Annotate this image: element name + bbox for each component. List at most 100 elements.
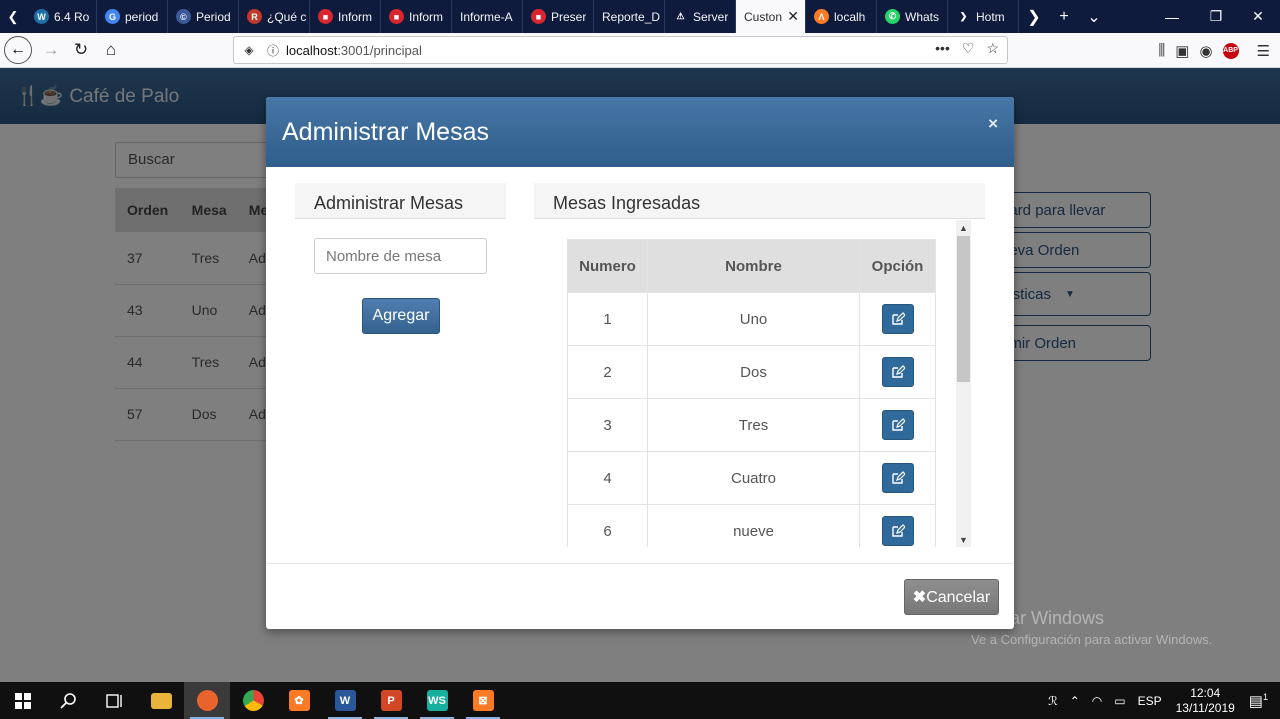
xampp-control-taskbar-icon[interactable]: ⊠ — [460, 682, 506, 719]
browser-tab[interactable]: ■ Inform — [310, 0, 381, 33]
modal-close-button[interactable]: × — [988, 114, 998, 134]
clock[interactable]: 12:04 13/11/2019 — [1176, 686, 1235, 716]
tab-label: Period — [196, 9, 231, 24]
browser-tab[interactable]: R ¿Qué c — [239, 0, 310, 33]
browser-tab[interactable]: Gperiod — [97, 0, 168, 33]
tracking-shield-icon[interactable]: ◈ — [240, 43, 258, 57]
pdf-icon: ■ — [318, 9, 333, 24]
menu-icon[interactable]: ☰ — [1257, 42, 1270, 60]
tables-scroll-area[interactable]: Numero Nombre Opción 1 Uno 2 Dos 3 Tres 4 Cuatr… — [567, 220, 937, 547]
notifications-icon[interactable]: ▤1 — [1249, 692, 1268, 710]
table-number: 3 — [567, 398, 648, 452]
browser-tab[interactable]: ✆ Whats — [877, 0, 948, 33]
forward-arrow-icon[interactable]: → — [36, 35, 66, 65]
page-actions-icon[interactable]: ••• — [935, 40, 950, 57]
webstorm-taskbar-icon[interactable]: WS — [414, 682, 460, 719]
browser-tab[interactable]: © Period — [168, 0, 239, 33]
site-info-icon[interactable]: ⓘ — [264, 42, 282, 59]
xampp-taskbar-icon[interactable]: ✿ — [276, 682, 322, 719]
table-scrollbar[interactable]: ▲ ▼ — [956, 220, 971, 547]
chrome-taskbar-icon[interactable] — [230, 682, 276, 719]
tab-label: 6.4 Ro — [54, 9, 90, 24]
header-numero: Numero — [567, 239, 648, 293]
bookmark-star-icon[interactable]: ☆ — [986, 40, 999, 57]
cancel-button[interactable]: ✖Cancelar — [904, 579, 999, 615]
table-number: 2 — [567, 345, 648, 399]
show-hidden-icons-chevron-icon[interactable]: ⌃ — [1070, 694, 1080, 708]
browser-tab[interactable]: W 6.4 Ro — [26, 0, 97, 33]
table-name: Dos — [647, 345, 860, 399]
tab-scroll-right-button[interactable]: ❯ — [1019, 7, 1049, 27]
scroll-up-icon[interactable]: ▲ — [956, 220, 971, 235]
table-name-input[interactable]: Nombre de mesa — [314, 238, 487, 274]
list-all-tabs-button[interactable]: ⌄ — [1079, 7, 1109, 27]
powerpoint-icon: P — [380, 690, 402, 711]
modal-title: Administrar Mesas — [282, 117, 489, 146]
battery-icon[interactable]: ▭ — [1114, 694, 1125, 708]
add-table-button[interactable]: Agregar — [362, 298, 440, 334]
tab-label: Reporte_D — [602, 9, 661, 24]
account-icon[interactable]: ◉ — [1199, 42, 1212, 60]
back-arrow-icon[interactable]: ← — [4, 36, 32, 64]
clock-date: 13/11/2019 — [1175, 700, 1235, 715]
browser-tab-strip: ❮ W 6.4 Ro Gperiod © Period R ¿Qué c ■ Inform ■ In… — [0, 0, 1280, 33]
sidebar-icon[interactable]: ▣ — [1175, 42, 1189, 60]
tab-label: Server — [693, 9, 729, 24]
table-option-cell — [859, 398, 936, 452]
search-icon[interactable] — [46, 682, 92, 719]
browser-tab[interactable]: Custon ✕ — [736, 0, 806, 33]
url-bar[interactable]: ◈ ⓘ localhost:3001/principal ••• ♡ ☆ — [233, 36, 1008, 64]
edit-button[interactable] — [881, 357, 914, 387]
table-option-cell — [859, 292, 936, 346]
powerpoint-taskbar-icon[interactable]: P — [368, 682, 414, 719]
word-taskbar-icon[interactable]: W — [322, 682, 368, 719]
people-icon[interactable]: ℛ — [1048, 694, 1058, 708]
table-row: 1 Uno — [567, 292, 936, 346]
edit-button[interactable] — [881, 410, 914, 440]
reload-icon[interactable]: ↻ — [66, 35, 96, 65]
scrollbar-thumb[interactable] — [957, 236, 970, 382]
browser-tab[interactable]: ⚠ Server — [665, 0, 736, 33]
table-row: 2 Dos — [567, 345, 936, 399]
browser-tab[interactable]: ❯ Hotm — [948, 0, 1019, 33]
new-tab-button[interactable]: + — [1049, 8, 1079, 26]
close-tab-icon[interactable]: ✕ — [787, 8, 799, 25]
library-icon[interactable]: ⫼ — [1158, 42, 1165, 59]
cancel-x-icon: ✖ — [912, 589, 927, 606]
adblock-icon[interactable]: ABP — [1222, 42, 1239, 59]
left-panel-title: Administrar Mesas — [295, 183, 506, 219]
table-option-cell — [859, 504, 936, 547]
browser-tab[interactable]: ■ Preser — [523, 0, 594, 33]
tab-label: Preser — [551, 9, 587, 24]
pocket-icon[interactable]: ♡ — [962, 40, 975, 57]
scroll-down-icon[interactable]: ▼ — [956, 532, 971, 547]
tab-scroll-left-button[interactable]: ❮ — [0, 0, 26, 33]
browser-tab[interactable]: Informe-A — [452, 0, 523, 33]
edit-button[interactable] — [881, 516, 914, 546]
pdf-icon: ■ — [389, 9, 404, 24]
table-row: 3 Tres — [567, 398, 936, 452]
browser-tab[interactable]: ■ Inform — [381, 0, 452, 33]
minimize-button[interactable]: — — [1150, 0, 1194, 33]
table-row: 4 Cuatro — [567, 451, 936, 505]
edit-icon — [891, 471, 905, 484]
browser-tab[interactable]: Λlocalh — [806, 0, 877, 33]
restore-button[interactable]: ❐ — [1194, 0, 1238, 33]
edit-button[interactable] — [881, 304, 914, 334]
wifi-icon[interactable]: ◠ — [1092, 694, 1102, 708]
tab-label: Inform — [338, 9, 373, 24]
tab-label: Whats — [905, 9, 940, 24]
home-icon[interactable]: ⌂ — [96, 35, 126, 65]
close-window-button[interactable]: ✕ — [1236, 0, 1280, 33]
browser-tab[interactable]: Reporte_D — [594, 0, 665, 33]
task-view-icon[interactable] — [92, 682, 138, 719]
language-indicator[interactable]: ESP — [1138, 694, 1162, 708]
file-explorer-icon[interactable] — [138, 682, 184, 719]
tables-table: Numero Nombre Opción 1 Uno 2 Dos 3 Tres 4 Cuatr… — [567, 239, 936, 547]
xampp-icon: Λ — [814, 9, 829, 24]
edit-button[interactable] — [881, 463, 914, 493]
firefox-taskbar-icon[interactable] — [184, 682, 230, 719]
wordpress-icon: W — [34, 9, 49, 24]
start-windows-icon[interactable] — [0, 682, 46, 719]
google-icon: G — [105, 9, 120, 24]
